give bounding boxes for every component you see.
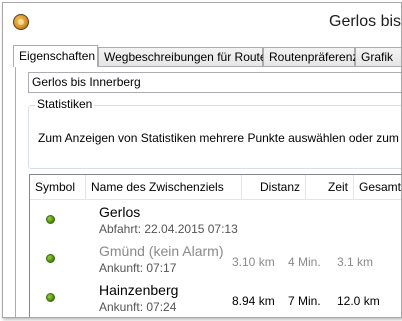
grid-header: Symbol Name des Zwischenziels Distanz Ze…	[30, 175, 401, 200]
column-header-total[interactable]: Gesamtdistan	[354, 175, 401, 199]
column-header-name[interactable]: Name des Zwischenziels	[86, 175, 242, 199]
title-bar: Gerlos bis	[3, 3, 401, 41]
green-dot-icon	[46, 293, 55, 302]
table-row[interactable]: Hainzenberg Ankunft: 07:24 8.94 km 7 Min…	[30, 280, 401, 317]
tab-grafik[interactable]: Grafik	[355, 47, 401, 66]
column-header-symbol[interactable]: Symbol	[30, 175, 86, 199]
waypoint-arrival: Ankunft: 07:17	[99, 261, 177, 275]
waypoint-arrival: Ankunft: 07:24	[99, 300, 177, 314]
app-globe-icon[interactable]	[13, 14, 29, 30]
waypoint-grid[interactable]: Symbol Name des Zwischenziels Distanz Ze…	[29, 174, 401, 317]
route-name-field[interactable]: Gerlos bis Innerberg	[28, 72, 401, 93]
waypoint-time: 7 Min.	[288, 294, 321, 308]
waypoint-departure: Abfahrt: 22.04.2015 07:13	[99, 222, 238, 236]
waypoint-total: 3.1 km	[337, 255, 374, 269]
tab-eigenschaften[interactable]: Eigenschaften	[13, 45, 98, 67]
properties-panel: Gerlos bis Innerberg Statistiken Zum Anz…	[15, 66, 401, 317]
route-properties-window: Gerlos bis Eigenschaften Wegbeschreibung…	[2, 2, 402, 318]
waypoint-distance: 8.94 km	[232, 294, 275, 308]
waypoint-distance: 3.10 km	[232, 255, 275, 269]
statistics-label: Statistiken	[35, 97, 95, 111]
column-header-distance[interactable]: Distanz	[242, 175, 306, 199]
tab-wegbeschreibungen[interactable]: Wegbeschreibungen für Routen	[98, 47, 273, 66]
column-header-time[interactable]: Zeit	[306, 175, 354, 199]
statistics-message: Zum Anzeigen von Statistiken mehrere Pun…	[38, 131, 401, 145]
window-title: Gerlos bis	[329, 13, 402, 30]
green-dot-icon	[46, 215, 55, 224]
waypoint-name: Hainzenberg	[99, 282, 179, 298]
table-row[interactable]: Gmünd (kein Alarm) Ankunft: 07:17 3.10 k…	[30, 238, 401, 276]
waypoint-total: 12.0 km	[337, 294, 380, 308]
waypoint-name: Gerlos	[99, 204, 141, 220]
table-row[interactable]: Gerlos Abfahrt: 22.04.2015 07:13	[30, 200, 401, 238]
waypoint-time: 4 Min.	[288, 255, 321, 269]
waypoint-name: Gmünd (kein Alarm)	[99, 243, 224, 259]
tab-routenpraeferenz[interactable]: Routenpräferenz	[263, 47, 358, 66]
tab-strip: Eigenschaften Wegbeschreibungen für Rout…	[13, 45, 401, 67]
green-dot-icon	[46, 254, 55, 263]
statistics-group: Statistiken Zum Anzeigen von Statistiken…	[28, 97, 401, 169]
